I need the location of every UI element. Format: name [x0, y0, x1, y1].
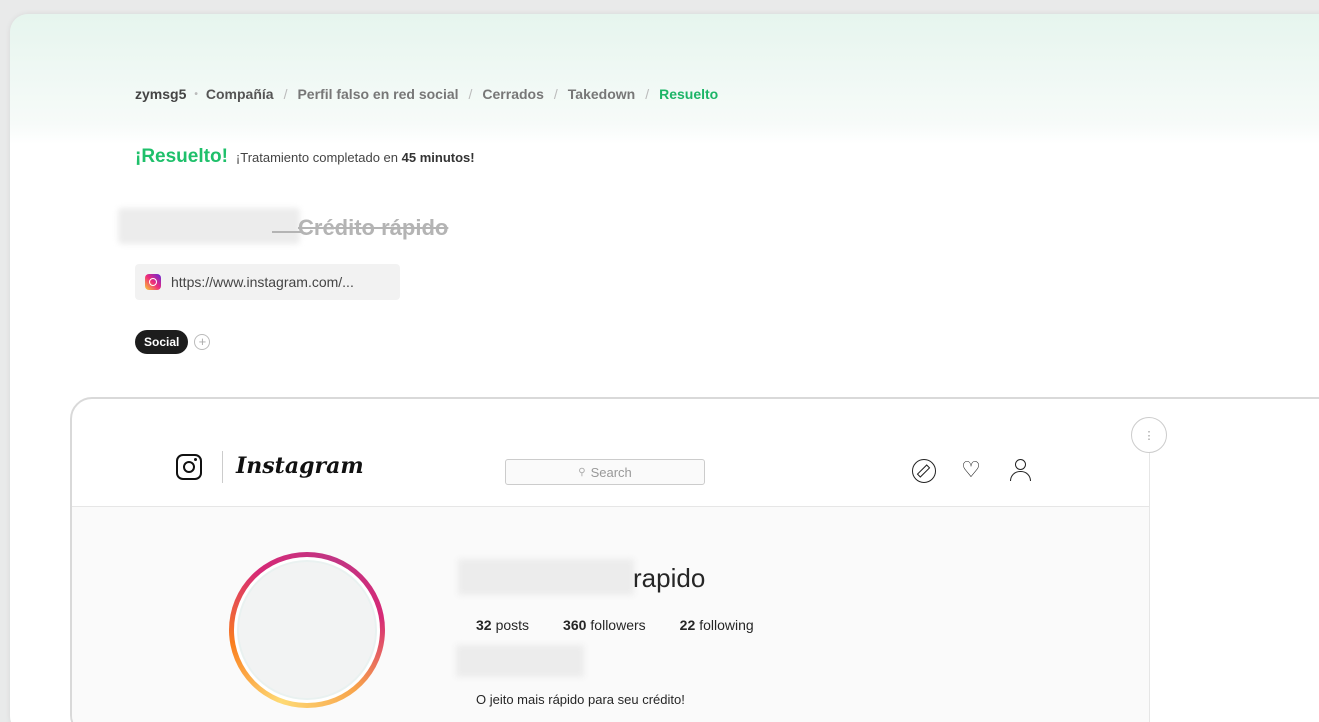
profile-stats: 32 posts 360 followers 22 following — [476, 617, 788, 633]
add-tag-icon[interactable]: + — [194, 334, 211, 350]
stat-followers: 360 followers — [563, 617, 646, 633]
profile-bio: O jeito mais rápido para seu crédito! — [476, 692, 685, 707]
profile-screenshot: ⋮ Instagram ⚲ Search ♡ rapido 32 posts 36… — [70, 397, 1319, 722]
case-title: Crédito rápido — [298, 215, 449, 240]
avatar — [239, 562, 375, 698]
screenshot-edge — [1149, 429, 1150, 722]
profile-url-link[interactable]: https://www.instagram.com/... — [135, 264, 400, 300]
stat-followers-count: 360 — [563, 617, 587, 633]
redacted-title-prefix — [118, 208, 300, 244]
search-placeholder: Search — [590, 464, 632, 480]
stat-posts-label: posts — [495, 617, 530, 633]
search-icon: ⚲ — [578, 466, 586, 478]
stat-following-count: 22 — [679, 617, 696, 633]
more-options-icon[interactable]: ⋮ — [1131, 417, 1167, 453]
instagram-wordmark: Instagram — [236, 453, 364, 479]
breadcrumb-closed[interactable]: Cerrados — [482, 86, 543, 102]
breadcrumb-separator: / — [468, 86, 473, 102]
redacted-display-name — [456, 645, 584, 677]
profile-icon — [1009, 459, 1033, 483]
breadcrumb: zymsg5 • Compañía / Perfil falso en red … — [135, 86, 718, 102]
breadcrumb-takedown[interactable]: Takedown — [568, 86, 635, 102]
resolved-duration: 45 minutos! — [401, 150, 475, 165]
breadcrumb-company[interactable]: Compañía — [206, 86, 274, 102]
stat-posts: 32 posts — [476, 617, 529, 633]
breadcrumb-separator: / — [553, 86, 558, 102]
compass-icon — [912, 459, 936, 483]
instagram-search-input: ⚲ Search — [505, 459, 705, 485]
resolved-banner: ¡Resuelto! ¡Tratamiento completado en 45… — [135, 146, 475, 168]
stat-posts-count: 32 — [476, 617, 492, 633]
breadcrumb-separator: / — [283, 86, 288, 102]
tag-row: Social + — [135, 330, 211, 354]
resolved-message: ¡Tratamiento completado en 45 minutos! — [236, 150, 475, 165]
heart-icon: ♡ — [961, 457, 981, 482]
breadcrumb-fake-profile[interactable]: Perfil falso en red social — [297, 86, 458, 102]
instagram-camera-icon — [176, 454, 202, 480]
stat-following-label: following — [699, 617, 754, 633]
profile-icon-body — [1010, 471, 1031, 481]
resolved-headline: ¡Resuelto! — [135, 146, 228, 167]
stat-followers-label: followers — [590, 617, 646, 633]
profile-icon-head — [1015, 459, 1026, 470]
profile-username: rapido — [633, 563, 706, 593]
header-divider — [222, 451, 223, 483]
instagram-icon — [145, 274, 161, 290]
breadcrumb-dot: • — [194, 88, 198, 100]
profile-url-text: https://www.instagram.com/... — [171, 274, 354, 290]
breadcrumb-user[interactable]: zymsg5 — [135, 86, 186, 102]
stat-following: 22 following — [680, 617, 754, 633]
redacted-username — [458, 559, 634, 595]
resolved-message-prefix: ¡Tratamiento completado en — [235, 150, 399, 165]
breadcrumb-resolved: Resuelto — [659, 86, 719, 102]
tag-social[interactable]: Social — [135, 330, 189, 354]
avatar-ring — [229, 552, 385, 708]
breadcrumb-separator: / — [645, 86, 650, 102]
